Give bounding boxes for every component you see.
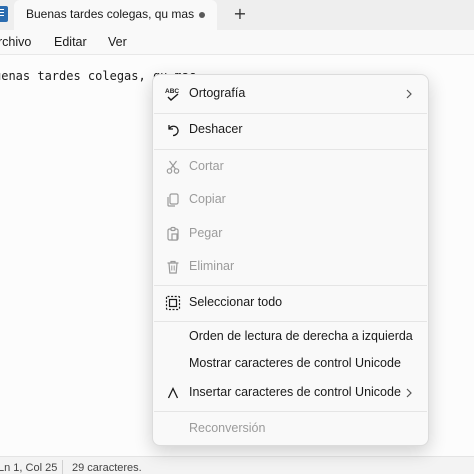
menu-item-mostrar-unicode[interactable]: Mostrar caracteres de control Unicode xyxy=(157,350,424,378)
menu-item-eliminar[interactable]: Eliminar xyxy=(157,253,424,281)
menu-editar[interactable]: Editar xyxy=(54,35,87,49)
menu-item-label: Pegar xyxy=(189,226,223,240)
status-bar: Ln 1, Col 25 29 caracteres. xyxy=(0,456,474,474)
menu-item-label: Ortografía xyxy=(189,86,246,100)
menu-item-label: Copiar xyxy=(189,192,226,206)
new-tab-button[interactable]: + xyxy=(230,4,250,24)
chevron-right-icon xyxy=(404,86,414,102)
document-tab[interactable]: Buenas tardes colegas, qu mas xyxy=(14,0,217,30)
menu-item-label: Deshacer xyxy=(189,122,243,136)
unsaved-dot-icon[interactable] xyxy=(199,12,205,18)
notepad-window: Buenas tardes colegas, qu mas + rchivo E… xyxy=(0,0,474,474)
menu-item-label: Orden de lectura de derecha a izquierda xyxy=(189,329,413,343)
menu-separator xyxy=(154,113,427,114)
tab-title: Buenas tardes colegas, qu mas xyxy=(26,7,195,21)
status-divider xyxy=(62,460,63,474)
menu-item-insertar-unicode[interactable]: Insertar caracteres de control Unicode xyxy=(157,379,424,407)
menu-item-pegar[interactable]: Pegar xyxy=(157,220,424,248)
notepad-app-icon xyxy=(0,6,8,22)
menu-item-orden-lectura-rtl[interactable]: Orden de lectura de derecha a izquierda xyxy=(157,323,424,351)
menu-item-label: Eliminar xyxy=(189,259,235,273)
caret-up-icon xyxy=(165,385,181,401)
menu-separator xyxy=(154,411,427,412)
menu-item-label: Insertar caracteres de control Unicode xyxy=(189,385,401,399)
menu-bar: rchivo Editar Ver xyxy=(0,30,474,54)
menu-separator xyxy=(154,321,427,322)
copy-icon xyxy=(165,192,181,208)
character-count: 29 caracteres. xyxy=(72,462,142,474)
menu-item-label: Mostrar caracteres de control Unicode xyxy=(189,356,401,370)
spellcheck-icon: ABC xyxy=(165,86,181,102)
menu-item-seleccionar-todo[interactable]: Seleccionar todo xyxy=(157,289,424,317)
menu-item-ortografia[interactable]: ABC Ortografía xyxy=(157,80,424,108)
menu-separator xyxy=(154,149,427,150)
menu-separator xyxy=(154,285,427,286)
menu-item-cortar[interactable]: Cortar xyxy=(157,153,424,181)
menu-ver[interactable]: Ver xyxy=(108,35,127,49)
chevron-right-icon xyxy=(404,385,414,401)
menu-item-deshacer[interactable]: Deshacer xyxy=(157,116,424,144)
trash-icon xyxy=(165,259,181,275)
select-all-icon xyxy=(165,295,181,311)
menu-item-label: Seleccionar todo xyxy=(189,295,283,309)
context-menu: ABC Ortografía Deshacer Cortar Copiar Pe… xyxy=(152,74,429,446)
menu-archivo[interactable]: rchivo xyxy=(0,35,31,49)
scissors-icon xyxy=(165,159,181,175)
menu-item-label: Reconversión xyxy=(189,421,266,435)
menu-item-reconversion[interactable]: Reconversión xyxy=(157,415,424,443)
tab-bar: Buenas tardes colegas, qu mas + xyxy=(0,0,474,30)
paste-icon xyxy=(165,226,181,242)
menu-item-copiar[interactable]: Copiar xyxy=(157,186,424,214)
cursor-position: Ln 1, Col 25 xyxy=(0,462,58,474)
undo-icon xyxy=(165,122,181,138)
menu-item-label: Cortar xyxy=(189,159,224,173)
